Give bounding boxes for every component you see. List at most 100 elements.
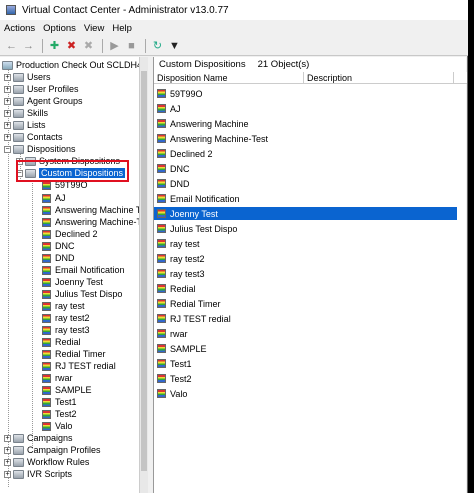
list-item[interactable]: Redial xyxy=(154,282,457,295)
play-icon[interactable]: ▶ xyxy=(107,38,122,53)
disabled-tool-icon[interactable]: ✖ xyxy=(81,38,96,53)
list-item[interactable]: Declined 2 xyxy=(154,147,457,160)
tree-disposition[interactable]: Test2 xyxy=(42,408,77,420)
forward-arrow-icon[interactable]: → xyxy=(21,38,36,53)
expand-icon[interactable]: + xyxy=(4,109,11,117)
folder-icon xyxy=(13,96,24,106)
tree-disposition-label: rwar xyxy=(55,373,73,383)
tree-disposition[interactable]: Redial Timer xyxy=(42,348,106,360)
details-panel: Custom Dispositions 21 Object(s) Disposi… xyxy=(153,57,467,493)
list-item[interactable]: SAMPLE xyxy=(154,342,457,355)
tree-item-ivr-scripts[interactable]: + IVR Scripts xyxy=(4,468,72,480)
list-item[interactable]: AJ xyxy=(154,102,457,115)
tree-disposition[interactable]: ray test3 xyxy=(42,324,90,336)
menu-options[interactable]: Options xyxy=(43,23,76,34)
tree-disposition[interactable]: Answering Machine-Te xyxy=(42,216,146,228)
back-arrow-icon[interactable]: ← xyxy=(4,38,19,53)
menu-view[interactable]: View xyxy=(84,23,104,34)
expand-icon[interactable]: + xyxy=(4,434,11,442)
tree-disposition[interactable]: ray test xyxy=(42,300,85,312)
filter-icon[interactable]: ▼ xyxy=(167,38,182,53)
tree-item-user-profiles[interactable]: + User Profiles xyxy=(4,83,79,95)
tree-item-lists[interactable]: + Lists xyxy=(4,119,46,131)
list-item[interactable]: ray test3 xyxy=(154,267,457,280)
tree-item-skills[interactable]: + Skills xyxy=(4,107,48,119)
tree-disposition[interactable]: Answering Machine Te xyxy=(42,204,145,216)
tree-item-label: Workflow Rules xyxy=(27,457,90,467)
scrollbar-thumb[interactable] xyxy=(141,71,147,471)
list-item[interactable]: ray test xyxy=(154,237,457,250)
collapse-icon[interactable]: − xyxy=(4,145,11,153)
list-item[interactable]: ray test2 xyxy=(154,252,457,265)
expand-icon[interactable]: + xyxy=(4,470,11,478)
tree-disposition[interactable]: SAMPLE xyxy=(42,384,92,396)
disposition-icon xyxy=(157,269,166,278)
tree-disposition[interactable]: Joenny Test xyxy=(42,276,103,288)
list-item[interactable]: Test1 xyxy=(154,357,457,370)
list-item[interactable]: DND xyxy=(154,177,457,190)
tree-disposition[interactable]: Julius Test Dispo xyxy=(42,288,122,300)
list-item[interactable]: Valo xyxy=(154,387,457,400)
tree-disposition[interactable]: Redial xyxy=(42,336,81,348)
tree-item-label: Campaign Profiles xyxy=(27,445,101,455)
tree-scrollbar[interactable] xyxy=(139,57,148,493)
tree-disposition[interactable]: Declined 2 xyxy=(42,228,98,240)
list-item[interactable]: Test2 xyxy=(154,372,457,385)
expand-icon[interactable]: + xyxy=(4,73,11,81)
delete-icon[interactable]: ✖ xyxy=(64,38,79,53)
tree-disposition[interactable]: Email Notification xyxy=(42,264,125,276)
expand-icon[interactable]: + xyxy=(4,133,11,141)
column-disposition-name[interactable]: Disposition Name xyxy=(154,72,304,84)
tree-disposition[interactable]: Test1 xyxy=(42,396,77,408)
tree-item-campaign-profiles[interactable]: + Campaign Profiles xyxy=(4,444,101,456)
list-item-label: Julius Test Dispo xyxy=(170,223,238,234)
tree-disposition[interactable]: rwar xyxy=(42,372,73,384)
menu-help[interactable]: Help xyxy=(112,23,132,34)
list-item[interactable]: Answering Machine xyxy=(154,117,457,130)
window-title: Virtual Contact Center - Administrator v… xyxy=(22,4,229,16)
list-item-label: DNC xyxy=(170,163,190,174)
tree-item-contacts[interactable]: + Contacts xyxy=(4,131,63,143)
tree-root[interactable]: Production Check Out SCLDH44 xyxy=(2,59,147,71)
stop-icon[interactable]: ■ xyxy=(124,38,139,53)
tree-disposition-label: Redial xyxy=(55,337,81,347)
tree-disposition[interactable]: RJ TEST redial xyxy=(42,360,116,372)
list-item[interactable]: rwar xyxy=(154,327,457,340)
list-item[interactable]: 59T99O xyxy=(154,87,457,100)
tree-disposition[interactable]: DND xyxy=(42,252,75,264)
list-item-selected[interactable]: Joenny Test xyxy=(154,207,457,220)
menu-actions[interactable]: Actions xyxy=(4,23,35,34)
tree-disposition[interactable]: ray test2 xyxy=(42,312,90,324)
disposition-icon xyxy=(157,134,166,143)
tree-item-dispositions[interactable]: − Dispositions xyxy=(4,143,76,155)
disposition-icon xyxy=(42,277,51,287)
list-item[interactable]: DNC xyxy=(154,162,457,175)
tree-disposition[interactable]: AJ xyxy=(42,192,66,204)
list-item[interactable]: Email Notification xyxy=(154,192,457,205)
expand-icon[interactable]: + xyxy=(4,446,11,454)
list-item-label: Valo xyxy=(170,388,188,399)
column-description[interactable]: Description xyxy=(304,72,454,84)
expand-icon[interactable]: + xyxy=(4,97,11,105)
tree-item-users[interactable]: + Users xyxy=(4,71,51,83)
list-item[interactable]: RJ TEST redial xyxy=(154,312,457,325)
tree-disposition-label: SAMPLE xyxy=(55,385,92,395)
refresh-icon[interactable]: ↻ xyxy=(150,38,165,53)
list-item[interactable]: Redial Timer xyxy=(154,297,457,310)
tree-item-agent-groups[interactable]: + Agent Groups xyxy=(4,95,83,107)
tree-disposition[interactable]: Valo xyxy=(42,420,72,432)
panel-header: Custom Dispositions 21 Object(s) xyxy=(154,57,467,71)
list-item[interactable]: Julius Test Dispo xyxy=(154,222,457,235)
list-item[interactable]: Answering Machine-Test xyxy=(154,132,457,145)
navigation-tree[interactable]: Production Check Out SCLDH44 + Users + Use… xyxy=(0,57,148,493)
tree-item-campaigns[interactable]: + Campaigns xyxy=(4,432,73,444)
disposition-icon xyxy=(157,209,166,218)
tree-item-workflow-rules[interactable]: + Workflow Rules xyxy=(4,456,89,468)
list-item-label: DND xyxy=(170,178,190,189)
add-icon[interactable]: ✚ xyxy=(47,38,62,53)
expand-icon[interactable]: + xyxy=(4,458,11,466)
tree-disposition[interactable]: DNC xyxy=(42,240,75,252)
object-count: 21 Object(s) xyxy=(257,58,310,70)
expand-icon[interactable]: + xyxy=(4,85,11,93)
expand-icon[interactable]: + xyxy=(4,121,11,129)
